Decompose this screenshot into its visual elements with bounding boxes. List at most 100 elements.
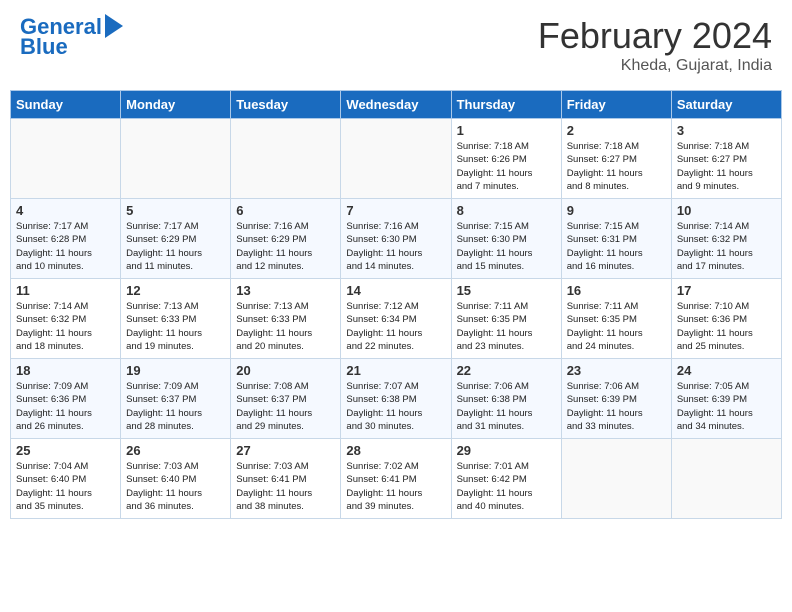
day-info-text: Sunrise: 7:06 AM Sunset: 6:38 PM Dayligh… — [457, 380, 556, 433]
logo-arrow-icon — [105, 14, 123, 38]
calendar-table: SundayMondayTuesdayWednesdayThursdayFrid… — [10, 90, 782, 519]
day-info-text: Sunrise: 7:08 AM Sunset: 6:37 PM Dayligh… — [236, 380, 335, 433]
calendar-day-cell: 16 Sunrise: 7:11 AM Sunset: 6:35 PM Dayli… — [561, 279, 671, 359]
day-info-text: Sunrise: 7:09 AM Sunset: 6:36 PM Dayligh… — [16, 380, 115, 433]
calendar-day-cell: 3 Sunrise: 7:18 AM Sunset: 6:27 PM Daylig… — [671, 119, 781, 199]
calendar-day-cell: 8 Sunrise: 7:15 AM Sunset: 6:30 PM Daylig… — [451, 199, 561, 279]
day-number: 12 — [126, 283, 225, 298]
calendar-day-cell: 21 Sunrise: 7:07 AM Sunset: 6:38 PM Dayli… — [341, 359, 451, 439]
page-header: General Blue February 2024 Kheda, Gujara… — [10, 10, 782, 80]
calendar-day-cell: 14 Sunrise: 7:12 AM Sunset: 6:34 PM Dayli… — [341, 279, 451, 359]
day-of-week-header: Wednesday — [341, 91, 451, 119]
day-number: 15 — [457, 283, 556, 298]
day-info-text: Sunrise: 7:12 AM Sunset: 6:34 PM Dayligh… — [346, 300, 445, 353]
calendar-day-cell: 27 Sunrise: 7:03 AM Sunset: 6:41 PM Dayli… — [231, 439, 341, 519]
day-info-text: Sunrise: 7:14 AM Sunset: 6:32 PM Dayligh… — [16, 300, 115, 353]
day-number: 25 — [16, 443, 115, 458]
day-info-text: Sunrise: 7:18 AM Sunset: 6:26 PM Dayligh… — [457, 140, 556, 193]
day-number: 27 — [236, 443, 335, 458]
calendar-day-cell: 9Sunrise: 7:15 AM Sunset: 6:31 PM Daylig… — [561, 199, 671, 279]
day-number: 1 — [457, 123, 556, 138]
day-number: 13 — [236, 283, 335, 298]
day-number: 24 — [677, 363, 776, 378]
calendar-day-cell: 24 Sunrise: 7:05 AM Sunset: 6:39 PM Dayli… — [671, 359, 781, 439]
calendar-day-cell: 23Sunrise: 7:06 AM Sunset: 6:39 PM Dayli… — [561, 359, 671, 439]
calendar-day-cell: 25Sunrise: 7:04 AM Sunset: 6:40 PM Dayli… — [11, 439, 121, 519]
calendar-day-cell: 5 Sunrise: 7:17 AM Sunset: 6:29 PM Daylig… — [121, 199, 231, 279]
month-year-title: February 2024 — [538, 15, 772, 57]
calendar-day-cell — [671, 439, 781, 519]
calendar-day-cell: 13Sunrise: 7:13 AM Sunset: 6:33 PM Dayli… — [231, 279, 341, 359]
calendar-day-cell: 28Sunrise: 7:02 AM Sunset: 6:41 PM Dayli… — [341, 439, 451, 519]
day-number: 3 — [677, 123, 776, 138]
calendar-body: 1 Sunrise: 7:18 AM Sunset: 6:26 PM Daylig… — [11, 119, 782, 519]
day-info-text: Sunrise: 7:01 AM Sunset: 6:42 PM Dayligh… — [457, 460, 556, 513]
day-number: 6 — [236, 203, 335, 218]
day-info-text: Sunrise: 7:18 AM Sunset: 6:27 PM Dayligh… — [677, 140, 776, 193]
calendar-day-cell: 29 Sunrise: 7:01 AM Sunset: 6:42 PM Dayli… — [451, 439, 561, 519]
calendar-week-row: 18Sunrise: 7:09 AM Sunset: 6:36 PM Dayli… — [11, 359, 782, 439]
day-number: 2 — [567, 123, 666, 138]
calendar-day-cell — [561, 439, 671, 519]
calendar-day-cell — [341, 119, 451, 199]
day-info-text: Sunrise: 7:13 AM Sunset: 6:33 PM Dayligh… — [126, 300, 225, 353]
day-info-text: Sunrise: 7:16 AM Sunset: 6:29 PM Dayligh… — [236, 220, 335, 273]
calendar-week-row: 4 Sunrise: 7:17 AM Sunset: 6:28 PM Daylig… — [11, 199, 782, 279]
day-number: 19 — [126, 363, 225, 378]
logo-blue-text: Blue — [20, 35, 68, 59]
day-info-text: Sunrise: 7:03 AM Sunset: 6:41 PM Dayligh… — [236, 460, 335, 513]
calendar-day-cell: 15 Sunrise: 7:11 AM Sunset: 6:35 PM Dayli… — [451, 279, 561, 359]
calendar-day-cell: 4 Sunrise: 7:17 AM Sunset: 6:28 PM Daylig… — [11, 199, 121, 279]
day-info-text: Sunrise: 7:18 AM Sunset: 6:27 PM Dayligh… — [567, 140, 666, 193]
day-number: 21 — [346, 363, 445, 378]
day-number: 16 — [567, 283, 666, 298]
calendar-day-cell — [11, 119, 121, 199]
day-info-text: Sunrise: 7:11 AM Sunset: 6:35 PM Dayligh… — [567, 300, 666, 353]
day-number: 22 — [457, 363, 556, 378]
day-info-text: Sunrise: 7:17 AM Sunset: 6:29 PM Dayligh… — [126, 220, 225, 273]
day-of-week-header: Monday — [121, 91, 231, 119]
title-block: February 2024 Kheda, Gujarat, India — [538, 15, 772, 75]
calendar-week-row: 11 Sunrise: 7:14 AM Sunset: 6:32 PM Dayli… — [11, 279, 782, 359]
calendar-day-cell: 26 Sunrise: 7:03 AM Sunset: 6:40 PM Dayli… — [121, 439, 231, 519]
location-text: Kheda, Gujarat, India — [538, 57, 772, 75]
day-info-text: Sunrise: 7:14 AM Sunset: 6:32 PM Dayligh… — [677, 220, 776, 273]
day-info-text: Sunrise: 7:09 AM Sunset: 6:37 PM Dayligh… — [126, 380, 225, 433]
calendar-header-row: SundayMondayTuesdayWednesdayThursdayFrid… — [11, 91, 782, 119]
day-info-text: Sunrise: 7:16 AM Sunset: 6:30 PM Dayligh… — [346, 220, 445, 273]
logo: General Blue — [20, 15, 123, 59]
day-number: 5 — [126, 203, 225, 218]
calendar-day-cell: 2 Sunrise: 7:18 AM Sunset: 6:27 PM Daylig… — [561, 119, 671, 199]
day-info-text: Sunrise: 7:17 AM Sunset: 6:28 PM Dayligh… — [16, 220, 115, 273]
calendar-week-row: 1 Sunrise: 7:18 AM Sunset: 6:26 PM Daylig… — [11, 119, 782, 199]
calendar-day-cell: 19 Sunrise: 7:09 AM Sunset: 6:37 PM Dayli… — [121, 359, 231, 439]
day-of-week-header: Tuesday — [231, 91, 341, 119]
calendar-day-cell: 17Sunrise: 7:10 AM Sunset: 6:36 PM Dayli… — [671, 279, 781, 359]
day-info-text: Sunrise: 7:11 AM Sunset: 6:35 PM Dayligh… — [457, 300, 556, 353]
calendar-day-cell: 6 Sunrise: 7:16 AM Sunset: 6:29 PM Daylig… — [231, 199, 341, 279]
day-number: 7 — [346, 203, 445, 218]
calendar-day-cell: 18Sunrise: 7:09 AM Sunset: 6:36 PM Dayli… — [11, 359, 121, 439]
day-of-week-header: Thursday — [451, 91, 561, 119]
day-info-text: Sunrise: 7:07 AM Sunset: 6:38 PM Dayligh… — [346, 380, 445, 433]
day-info-text: Sunrise: 7:15 AM Sunset: 6:30 PM Dayligh… — [457, 220, 556, 273]
calendar-day-cell: 1 Sunrise: 7:18 AM Sunset: 6:26 PM Daylig… — [451, 119, 561, 199]
day-number: 11 — [16, 283, 115, 298]
calendar-day-cell — [121, 119, 231, 199]
calendar-day-cell: 12 Sunrise: 7:13 AM Sunset: 6:33 PM Dayli… — [121, 279, 231, 359]
day-number: 20 — [236, 363, 335, 378]
day-number: 4 — [16, 203, 115, 218]
day-of-week-header: Sunday — [11, 91, 121, 119]
day-info-text: Sunrise: 7:05 AM Sunset: 6:39 PM Dayligh… — [677, 380, 776, 433]
calendar-day-cell — [231, 119, 341, 199]
calendar-day-cell: 10Sunrise: 7:14 AM Sunset: 6:32 PM Dayli… — [671, 199, 781, 279]
day-number: 28 — [346, 443, 445, 458]
day-number: 29 — [457, 443, 556, 458]
day-number: 14 — [346, 283, 445, 298]
day-info-text: Sunrise: 7:15 AM Sunset: 6:31 PM Dayligh… — [567, 220, 666, 273]
day-number: 8 — [457, 203, 556, 218]
day-info-text: Sunrise: 7:03 AM Sunset: 6:40 PM Dayligh… — [126, 460, 225, 513]
day-number: 23 — [567, 363, 666, 378]
day-info-text: Sunrise: 7:10 AM Sunset: 6:36 PM Dayligh… — [677, 300, 776, 353]
day-number: 26 — [126, 443, 225, 458]
